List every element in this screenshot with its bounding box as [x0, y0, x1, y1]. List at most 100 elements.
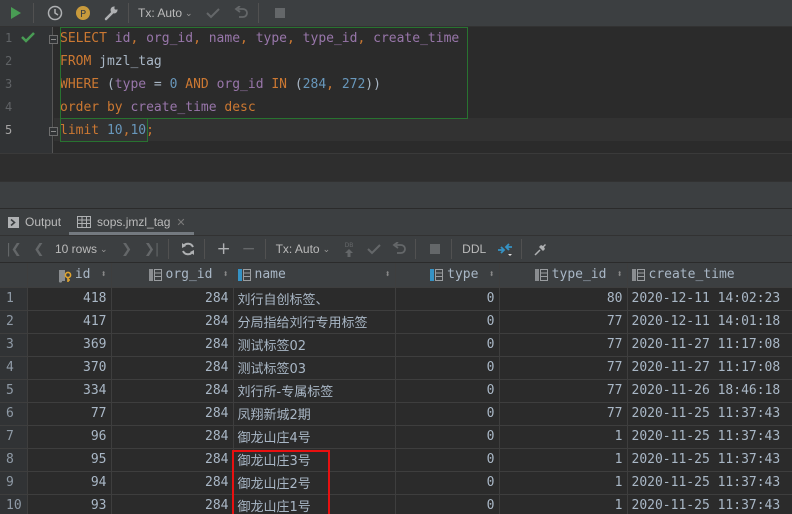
- sort-icon[interactable]: ⬍: [384, 269, 390, 280]
- fold-marker-icon[interactable]: [49, 35, 58, 44]
- row-number[interactable]: 8: [0, 448, 28, 472]
- last-page-button[interactable]: ❯|: [141, 238, 163, 260]
- cell-type[interactable]: 0: [395, 287, 500, 311]
- cell-type[interactable]: 0: [395, 356, 500, 380]
- row-number[interactable]: 2: [0, 310, 28, 334]
- cell-name[interactable]: 御龙山庄1号: [233, 494, 396, 514]
- cell-id[interactable]: 370: [27, 356, 112, 380]
- cell-name[interactable]: 分局指给刘行专用标签: [233, 310, 396, 334]
- cell-create-time[interactable]: 2020-11-27 11:17:08: [627, 333, 792, 357]
- table-row[interactable]: 5 334 284 刘行所-专属标签 0 77 2020-11-26 18:46:18: [0, 379, 792, 403]
- panel-splitter[interactable]: [0, 181, 792, 208]
- cell-name[interactable]: 凤翔新城2期: [233, 402, 396, 426]
- table-row[interactable]: 2 417 284 分局指给刘行专用标签 0 77 2020-12-11 14:01:18: [0, 310, 792, 334]
- cell-type-id[interactable]: 1: [499, 471, 628, 495]
- close-tab-icon[interactable]: ✕: [176, 216, 185, 229]
- row-number[interactable]: 9: [0, 471, 28, 495]
- cell-org-id[interactable]: 284: [111, 425, 234, 449]
- column-header-name[interactable]: name ⬍: [233, 263, 396, 288]
- cell-name[interactable]: 测试标签02: [233, 333, 396, 357]
- run-button[interactable]: [4, 2, 28, 24]
- cell-name[interactable]: 刘行所-专属标签: [233, 379, 396, 403]
- sort-icon[interactable]: ⬍: [488, 269, 494, 280]
- cell-name[interactable]: 御龙山庄2号: [233, 471, 396, 495]
- cell-name[interactable]: 御龙山庄3号: [233, 448, 396, 472]
- cell-id[interactable]: 369: [27, 333, 112, 357]
- row-number[interactable]: 6: [0, 402, 28, 426]
- cell-id[interactable]: 93: [27, 494, 112, 514]
- cell-id[interactable]: 418: [27, 287, 112, 311]
- cell-type-id[interactable]: 1: [499, 448, 628, 472]
- cell-type[interactable]: 0: [395, 425, 500, 449]
- cell-type-id[interactable]: 77: [499, 333, 628, 357]
- cell-type[interactable]: 0: [395, 402, 500, 426]
- delete-row-button[interactable]: −: [238, 238, 260, 260]
- sort-icon[interactable]: ⬍: [616, 269, 622, 280]
- tab-output[interactable]: Output: [0, 209, 69, 236]
- row-number[interactable]: 1: [0, 287, 28, 311]
- column-header-create-time[interactable]: create_time: [627, 263, 792, 288]
- cell-type[interactable]: 0: [395, 471, 500, 495]
- commit-button[interactable]: [201, 2, 225, 24]
- cell-type[interactable]: 0: [395, 494, 500, 514]
- cell-type[interactable]: 0: [395, 448, 500, 472]
- cell-name[interactable]: 测试标签03: [233, 356, 396, 380]
- first-page-button[interactable]: |❮: [3, 238, 25, 260]
- cell-create-time[interactable]: 2020-11-25 11:37:43: [627, 402, 792, 426]
- cell-id[interactable]: 334: [27, 379, 112, 403]
- table-row[interactable]: 8 95 284 御龙山庄3号 0 1 2020-11-25 11:37:43: [0, 448, 792, 472]
- tab-sops-jmzl-tag[interactable]: sops.jmzl_tag ✕: [69, 209, 194, 236]
- cell-type-id[interactable]: 1: [499, 494, 628, 514]
- row-number[interactable]: 10: [0, 494, 28, 514]
- cell-id[interactable]: 77: [27, 402, 112, 426]
- cell-create-time[interactable]: 2020-11-25 11:37:43: [627, 425, 792, 449]
- fold-marker-icon[interactable]: [49, 127, 58, 136]
- column-header-type[interactable]: type ⬍: [395, 263, 500, 288]
- table-row[interactable]: 3 369 284 测试标签02 0 77 2020-11-27 11:17:08: [0, 333, 792, 357]
- cell-id[interactable]: 94: [27, 471, 112, 495]
- cell-create-time[interactable]: 2020-11-27 11:17:08: [627, 356, 792, 380]
- results-grid[interactable]: id ⬍ org_id ⬍ name ⬍ type ⬍ type_id ⬍ create_time …: [0, 263, 792, 514]
- cell-name[interactable]: 御龙山庄4号: [233, 425, 396, 449]
- row-number[interactable]: 7: [0, 425, 28, 449]
- cell-org-id[interactable]: 284: [111, 448, 234, 472]
- add-row-button[interactable]: +: [213, 238, 235, 260]
- rollback-button[interactable]: [229, 2, 253, 24]
- cell-create-time[interactable]: 2020-11-26 18:46:18: [627, 379, 792, 403]
- cell-type[interactable]: 0: [395, 379, 500, 403]
- cell-create-time[interactable]: 2020-12-11 14:01:18: [627, 310, 792, 334]
- cell-org-id[interactable]: 284: [111, 287, 234, 311]
- table-row[interactable]: 10 93 284 御龙山庄1号 0 1 2020-11-25 11:37:43: [0, 494, 792, 514]
- cancel-button[interactable]: [424, 238, 446, 260]
- profile-button[interactable]: P: [71, 2, 95, 24]
- cell-create-time[interactable]: 2020-11-25 11:37:43: [627, 494, 792, 514]
- cell-create-time[interactable]: 2020-11-25 11:37:43: [627, 448, 792, 472]
- cell-type-id[interactable]: 77: [499, 356, 628, 380]
- cell-type-id[interactable]: 77: [499, 379, 628, 403]
- table-row[interactable]: 4 370 284 测试标签03 0 77 2020-11-27 11:17:08: [0, 356, 792, 380]
- tx-mode-dropdown[interactable]: Tx: Auto ⌄: [271, 242, 336, 256]
- row-number[interactable]: 5: [0, 379, 28, 403]
- cell-type-id[interactable]: 1: [499, 425, 628, 449]
- history-button[interactable]: [43, 2, 67, 24]
- cell-create-time[interactable]: 2020-12-11 14:02:23: [627, 287, 792, 311]
- cell-type-id[interactable]: 80: [499, 287, 628, 311]
- cell-type[interactable]: 0: [395, 310, 500, 334]
- cell-type[interactable]: 0: [395, 333, 500, 357]
- cell-org-id[interactable]: 284: [111, 333, 234, 357]
- settings-button[interactable]: [99, 2, 123, 24]
- column-header-id[interactable]: id ⬍: [27, 263, 112, 288]
- pin-tab-button[interactable]: [530, 238, 552, 260]
- refresh-button[interactable]: [177, 238, 199, 260]
- cell-name[interactable]: 刘行自创标签、: [233, 287, 396, 311]
- rollback-button[interactable]: [388, 238, 410, 260]
- cell-type-id[interactable]: 77: [499, 310, 628, 334]
- sql-editor[interactable]: 1 2 3 4 5 SELECT id, org_id, name, type,…: [0, 27, 792, 153]
- cell-org-id[interactable]: 284: [111, 379, 234, 403]
- sort-icon[interactable]: ⬍: [100, 269, 106, 280]
- cell-org-id[interactable]: 284: [111, 402, 234, 426]
- cell-id[interactable]: 95: [27, 448, 112, 472]
- row-number[interactable]: 3: [0, 333, 28, 357]
- sort-icon[interactable]: ⬍: [222, 269, 228, 280]
- cell-id[interactable]: 96: [27, 425, 112, 449]
